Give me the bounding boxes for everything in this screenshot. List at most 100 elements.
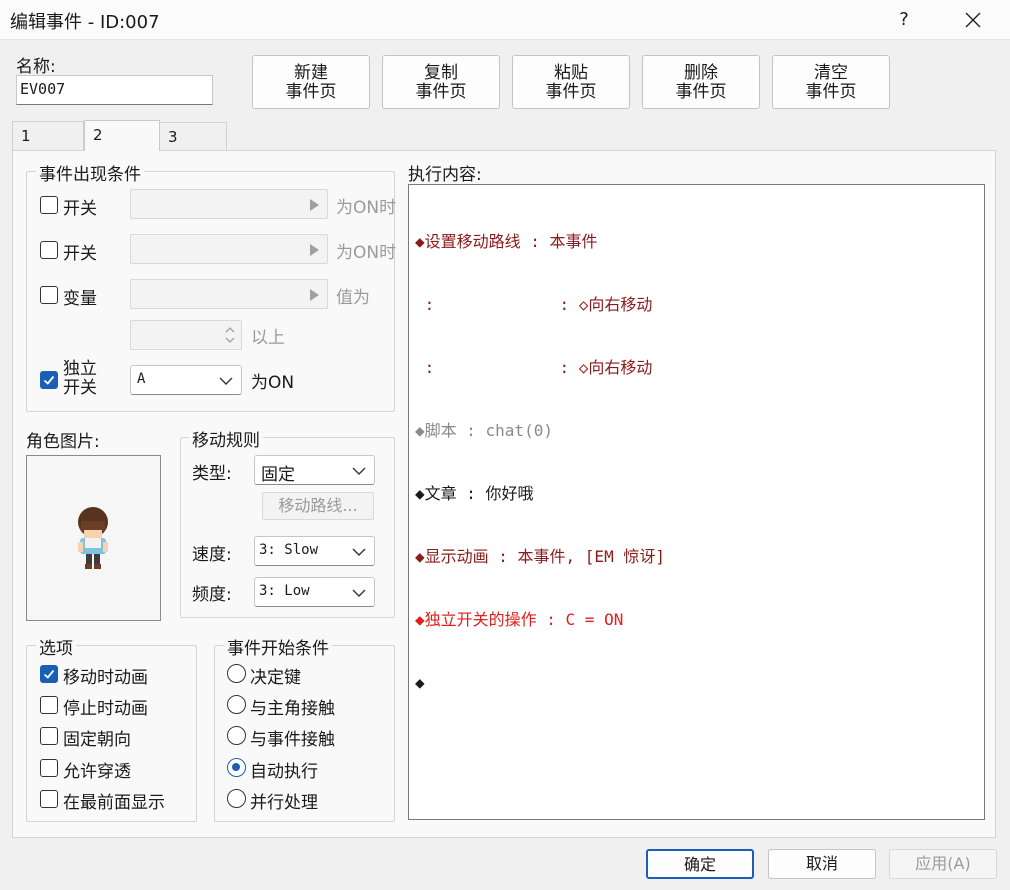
variable-value-spinner — [130, 320, 242, 350]
tab-1[interactable]: 1 — [12, 121, 84, 151]
chevron-down-icon — [219, 377, 233, 385]
variable-label: 变量 — [63, 289, 97, 309]
chevron-down-icon — [352, 467, 366, 475]
command-line[interactable]: ◆文章 : 你好哦 — [415, 483, 978, 504]
switch2-selector — [130, 234, 328, 264]
title-bar: 编辑事件 - ID:007 ? — [0, 0, 1010, 40]
delete-page-button[interactable]: 删除 事件页 — [642, 55, 760, 109]
option-on-top-checkbox[interactable] — [40, 790, 58, 808]
new-page-label-1: 新建 — [294, 63, 328, 83]
character-graphic[interactable] — [26, 455, 161, 621]
switch1-selector — [130, 189, 328, 219]
option-move-anim-label: 移动时动画 — [63, 668, 148, 688]
delete-page-label-1: 删除 — [684, 63, 718, 83]
trigger-event-touch-radio[interactable] — [227, 726, 246, 745]
ok-button[interactable]: 确定 — [646, 849, 754, 879]
self-switch-suffix: 为ON — [251, 373, 295, 393]
trigger-autorun-label: 自动执行 — [250, 762, 318, 782]
option-through-label: 允许穿透 — [63, 762, 131, 782]
paste-page-label-1: 粘贴 — [554, 63, 588, 83]
trigger-action-radio[interactable] — [227, 664, 246, 683]
option-fixed-dir-label: 固定朝向 — [63, 730, 131, 750]
graphic-label: 角色图片: — [26, 432, 100, 452]
clear-page-label-2: 事件页 — [805, 82, 857, 102]
switch1-checkbox[interactable] — [40, 196, 58, 214]
command-line[interactable]: ◆显示动画 : 本事件, [EM 惊讶] — [415, 546, 978, 567]
copy-page-label-2: 事件页 — [415, 82, 467, 102]
switch2-suffix: 为ON时 — [336, 243, 397, 263]
option-stop-anim-checkbox[interactable] — [40, 696, 58, 714]
variable-suffix: 值为 — [336, 288, 370, 308]
close-button[interactable] — [950, 4, 996, 36]
movement-freq-dropdown[interactable]: 3: Low — [254, 577, 375, 607]
movement-type-label: 类型: — [192, 464, 232, 484]
name-input[interactable]: EV007 — [16, 75, 213, 105]
name-label: 名称: — [16, 57, 56, 77]
paste-page-label-2: 事件页 — [545, 82, 597, 102]
triangle-right-icon — [310, 289, 319, 301]
checkmark-icon — [43, 375, 55, 385]
movement-speed-dropdown[interactable]: 3: Slow — [254, 536, 375, 566]
option-stop-anim-label: 停止时动画 — [63, 699, 148, 719]
self-switch-dropdown[interactable]: A — [130, 365, 242, 395]
window-title: 编辑事件 - ID:007 — [10, 12, 160, 33]
option-through-checkbox[interactable] — [40, 759, 58, 777]
command-line[interactable]: ◆ — [415, 672, 978, 693]
self-switch-label: 独立 开关 — [63, 360, 97, 398]
option-move-anim-checkbox[interactable] — [40, 665, 58, 683]
self-switch-checkbox[interactable] — [40, 371, 58, 389]
character-sprite-icon — [78, 507, 108, 569]
tab-3[interactable]: 3 — [159, 122, 227, 152]
trigger-player-touch-label: 与主角接触 — [250, 699, 335, 719]
checkmark-icon — [43, 669, 55, 679]
command-line[interactable]: ◆独立开关的操作 : C = ON — [415, 609, 978, 630]
command-line[interactable]: ◆脚本 : chat(0) — [415, 420, 978, 441]
move-route-button[interactable]: 移动路线... — [262, 492, 374, 520]
triangle-right-icon — [310, 199, 319, 211]
spinner-arrows-icon — [225, 327, 235, 343]
delete-page-label-2: 事件页 — [675, 82, 727, 102]
trigger-parallel-label: 并行处理 — [250, 793, 318, 813]
switch1-label: 开关 — [63, 199, 97, 219]
variable-selector — [130, 279, 328, 309]
apply-button[interactable]: 应用(A) — [889, 849, 997, 879]
chevron-down-icon — [352, 589, 366, 597]
help-button[interactable]: ? — [884, 4, 924, 36]
self-switch-value: A — [137, 371, 146, 387]
movement-freq-value: 3: Low — [259, 583, 310, 599]
clear-page-label-1: 清空 — [814, 63, 848, 83]
movement-speed-value: 3: Slow — [259, 542, 319, 558]
option-fixed-dir-checkbox[interactable] — [40, 727, 58, 745]
command-line[interactable]: : : ◇向右移动 — [415, 357, 978, 378]
trigger-player-touch-radio[interactable] — [227, 695, 246, 714]
cancel-button[interactable]: 取消 — [768, 849, 876, 879]
switch2-label: 开关 — [63, 244, 97, 264]
conditions-title: 事件出现条件 — [36, 160, 144, 185]
copy-page-label-1: 复制 — [424, 63, 458, 83]
command-line[interactable]: ◆设置移动路线 : 本事件 — [415, 231, 978, 252]
self-switch-label-2: 开关 — [63, 378, 97, 398]
new-page-button[interactable]: 新建 事件页 — [252, 55, 370, 109]
close-icon — [965, 12, 981, 28]
tab-2[interactable]: 2 — [84, 120, 160, 151]
triangle-right-icon — [310, 244, 319, 256]
movement-type-dropdown[interactable]: 固定 — [254, 455, 375, 485]
variable-checkbox[interactable] — [40, 286, 58, 304]
switch2-checkbox[interactable] — [40, 241, 58, 259]
paste-page-button[interactable]: 粘贴 事件页 — [512, 55, 630, 109]
trigger-action-label: 决定键 — [250, 668, 301, 688]
trigger-title: 事件开始条件 — [224, 634, 332, 659]
trigger-parallel-radio[interactable] — [227, 789, 246, 808]
new-page-label-2: 事件页 — [285, 82, 337, 102]
clear-page-button[interactable]: 清空 事件页 — [772, 55, 890, 109]
movement-speed-label: 速度: — [192, 545, 232, 565]
movement-freq-label: 频度: — [192, 585, 232, 605]
self-switch-label-1: 独立 — [63, 359, 97, 379]
command-list[interactable]: ◆设置移动路线 : 本事件 : : ◇向右移动 : : ◇向右移动 ◆脚本 : … — [408, 184, 985, 820]
copy-page-button[interactable]: 复制 事件页 — [382, 55, 500, 109]
switch1-suffix: 为ON时 — [336, 198, 397, 218]
trigger-autorun-radio[interactable] — [227, 758, 246, 777]
options-title: 选项 — [36, 634, 76, 659]
variable-suffix2: 以上 — [251, 328, 285, 348]
command-line[interactable]: : : ◇向右移动 — [415, 294, 978, 315]
